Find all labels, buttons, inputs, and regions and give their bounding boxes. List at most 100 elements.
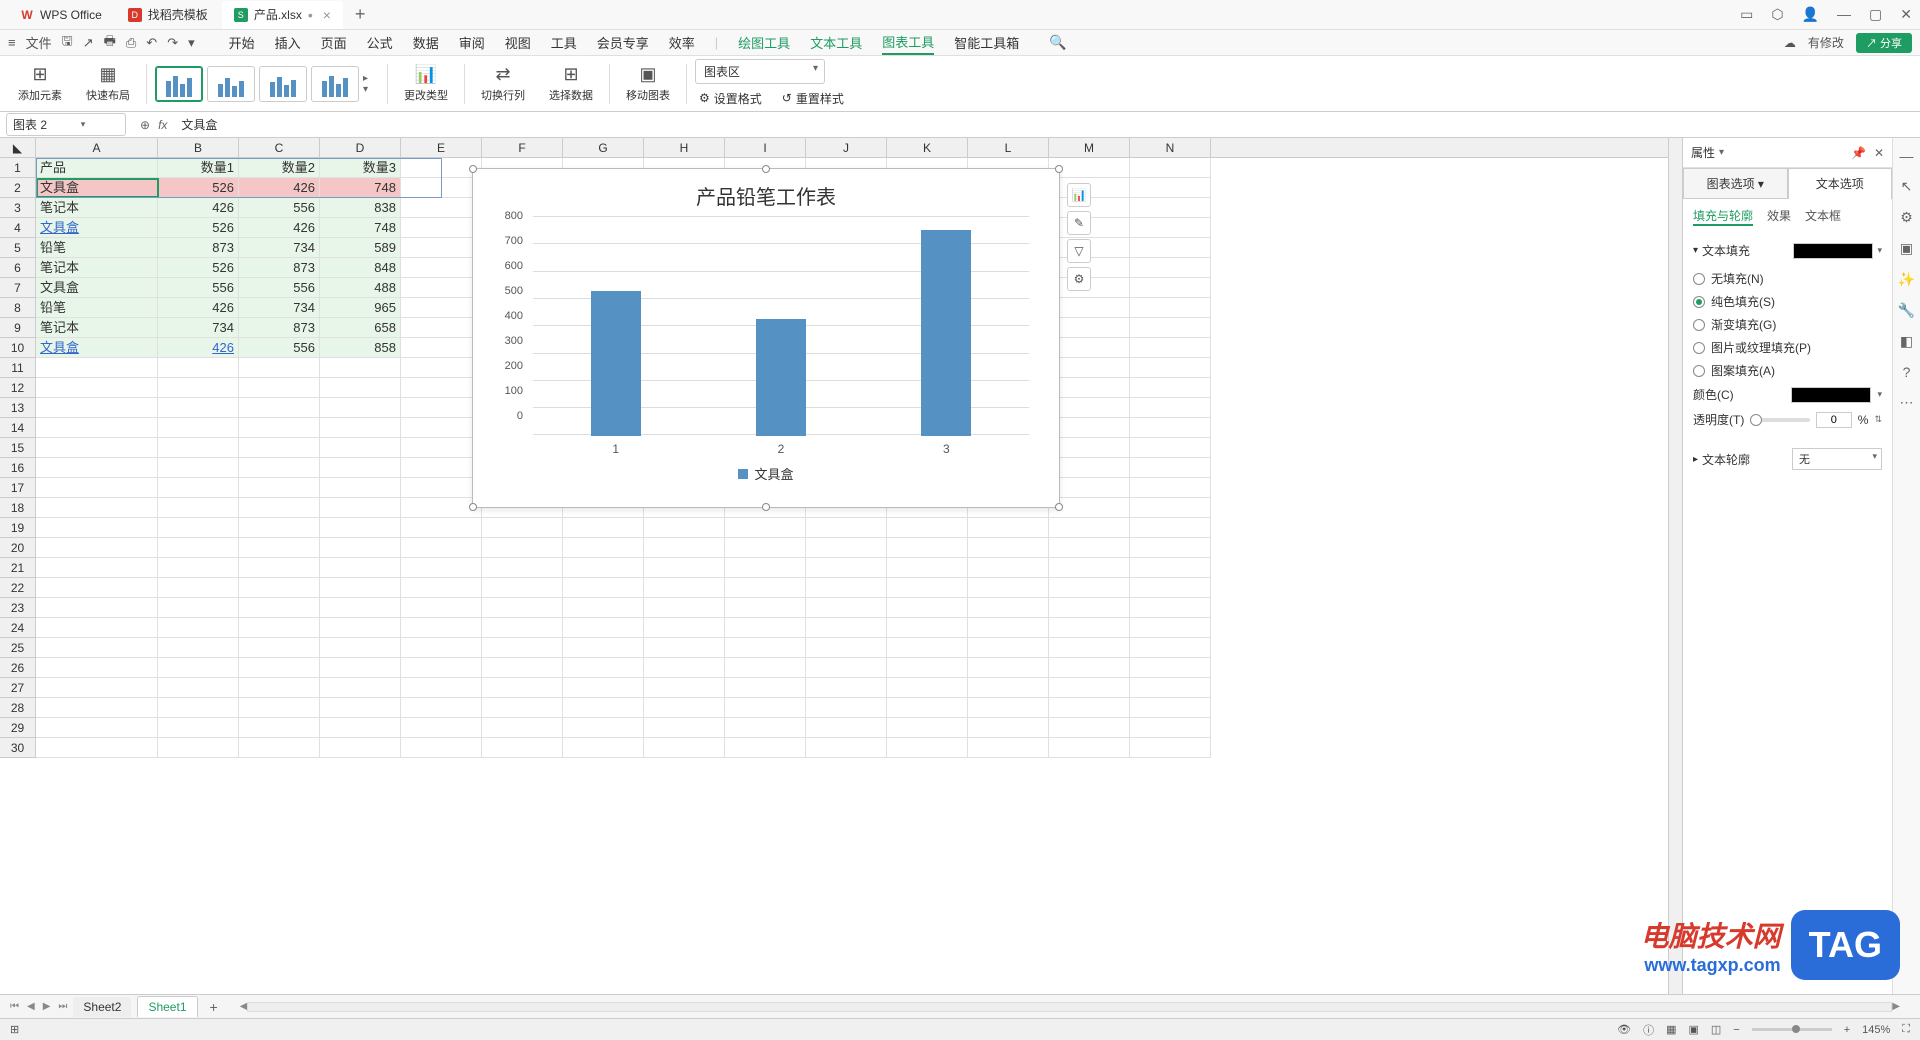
- cell[interactable]: [806, 678, 887, 698]
- cell[interactable]: [563, 738, 644, 758]
- cell[interactable]: [158, 478, 239, 498]
- cell[interactable]: [158, 558, 239, 578]
- cell[interactable]: [320, 718, 401, 738]
- cell[interactable]: [968, 578, 1049, 598]
- tab-smart-tools[interactable]: 智能工具箱: [954, 31, 1019, 54]
- next-sheet-icon[interactable]: ▶: [43, 1001, 51, 1012]
- cell[interactable]: [320, 478, 401, 498]
- cell[interactable]: [239, 738, 320, 758]
- last-sheet-icon[interactable]: ⏭: [58, 1001, 67, 1012]
- cell[interactable]: [36, 558, 158, 578]
- fill-pattern-radio[interactable]: 图案填充(A): [1693, 359, 1882, 382]
- maximize-button[interactable]: ▢: [1869, 6, 1882, 23]
- cell[interactable]: [158, 578, 239, 598]
- cell[interactable]: [320, 538, 401, 558]
- chart-legend[interactable]: 文具盒: [473, 456, 1059, 491]
- zoom-level[interactable]: 145%: [1862, 1024, 1890, 1036]
- row-header[interactable]: 30: [0, 738, 35, 758]
- cell[interactable]: [482, 518, 563, 538]
- cell[interactable]: [401, 298, 482, 318]
- tab-tools[interactable]: 工具: [551, 31, 577, 54]
- chart-elements-button[interactable]: 📊: [1067, 183, 1091, 207]
- col-header[interactable]: A: [36, 138, 158, 157]
- cloud-icon[interactable]: ☁: [1784, 36, 1796, 50]
- cell[interactable]: [1130, 418, 1211, 438]
- cell[interactable]: [158, 638, 239, 658]
- cell[interactable]: [968, 618, 1049, 638]
- cell[interactable]: [887, 538, 968, 558]
- cell[interactable]: [1049, 358, 1130, 378]
- cell[interactable]: [401, 218, 482, 238]
- cell[interactable]: [239, 598, 320, 618]
- cell[interactable]: [482, 558, 563, 578]
- cell[interactable]: 556: [239, 198, 320, 218]
- cell[interactable]: [239, 458, 320, 478]
- menu-icon[interactable]: ≡: [8, 35, 16, 50]
- cell[interactable]: [806, 738, 887, 758]
- cell[interactable]: 文具盒: [36, 278, 158, 298]
- cell[interactable]: [1130, 158, 1211, 178]
- tab-start[interactable]: 开始: [229, 31, 255, 54]
- cell[interactable]: [806, 718, 887, 738]
- cell[interactable]: 589: [320, 238, 401, 258]
- cell[interactable]: [158, 738, 239, 758]
- style-more-icon[interactable]: ▸▾: [363, 73, 379, 95]
- cell[interactable]: [1049, 378, 1130, 398]
- cell[interactable]: [1130, 258, 1211, 278]
- export-icon[interactable]: ↗: [83, 35, 94, 51]
- col-header[interactable]: M: [1049, 138, 1130, 157]
- quick-layout-button[interactable]: ▦ 快速布局: [78, 60, 138, 108]
- cell[interactable]: [644, 638, 725, 658]
- minimize-button[interactable]: —: [1837, 6, 1851, 23]
- cell[interactable]: [1130, 278, 1211, 298]
- row-header[interactable]: 4: [0, 218, 35, 238]
- settings-icon[interactable]: ⚙: [1900, 209, 1913, 226]
- cell[interactable]: [482, 578, 563, 598]
- cell[interactable]: [401, 278, 482, 298]
- cell[interactable]: [1130, 398, 1211, 418]
- tab-data[interactable]: 数据: [413, 31, 439, 54]
- cell[interactable]: [1130, 298, 1211, 318]
- col-header[interactable]: H: [644, 138, 725, 157]
- row-header[interactable]: 24: [0, 618, 35, 638]
- cell[interactable]: [36, 638, 158, 658]
- cell[interactable]: [1049, 418, 1130, 438]
- cell[interactable]: [563, 718, 644, 738]
- cell[interactable]: [1130, 638, 1211, 658]
- name-box[interactable]: 图表 2▾: [6, 113, 126, 136]
- chart-style-2[interactable]: [207, 66, 255, 102]
- cell[interactable]: [887, 698, 968, 718]
- cell[interactable]: [1130, 478, 1211, 498]
- cell[interactable]: [401, 698, 482, 718]
- tab-view[interactable]: 视图: [505, 31, 531, 54]
- cell[interactable]: [320, 498, 401, 518]
- cell[interactable]: [806, 558, 887, 578]
- cell[interactable]: 426: [158, 198, 239, 218]
- cursor-icon[interactable]: ↖: [1901, 178, 1913, 195]
- tab-text-options[interactable]: 文本选项: [1788, 168, 1893, 199]
- fx-icon[interactable]: fx: [158, 118, 167, 132]
- cell[interactable]: [1049, 338, 1130, 358]
- cell[interactable]: [644, 618, 725, 638]
- cell[interactable]: [968, 558, 1049, 578]
- add-sheet-button[interactable]: +: [204, 999, 224, 1015]
- cell[interactable]: [725, 518, 806, 538]
- cell[interactable]: 556: [239, 278, 320, 298]
- cell[interactable]: [1130, 498, 1211, 518]
- cell[interactable]: [401, 598, 482, 618]
- cell[interactable]: 文具盒: [36, 218, 158, 238]
- layers-icon[interactable]: ▣: [1900, 240, 1913, 257]
- add-tab-button[interactable]: +: [345, 4, 376, 25]
- cell[interactable]: [887, 638, 968, 658]
- cell[interactable]: [1130, 598, 1211, 618]
- fill-none-radio[interactable]: 无填充(N): [1693, 267, 1882, 290]
- cell[interactable]: [1049, 538, 1130, 558]
- cell[interactable]: [239, 478, 320, 498]
- cell[interactable]: [1130, 578, 1211, 598]
- cell[interactable]: [482, 638, 563, 658]
- cell[interactable]: [887, 518, 968, 538]
- stepper-icon[interactable]: ⇅: [1874, 414, 1882, 425]
- cell[interactable]: [320, 418, 401, 438]
- tab-efficiency[interactable]: 效率: [669, 31, 695, 54]
- cell[interactable]: [644, 538, 725, 558]
